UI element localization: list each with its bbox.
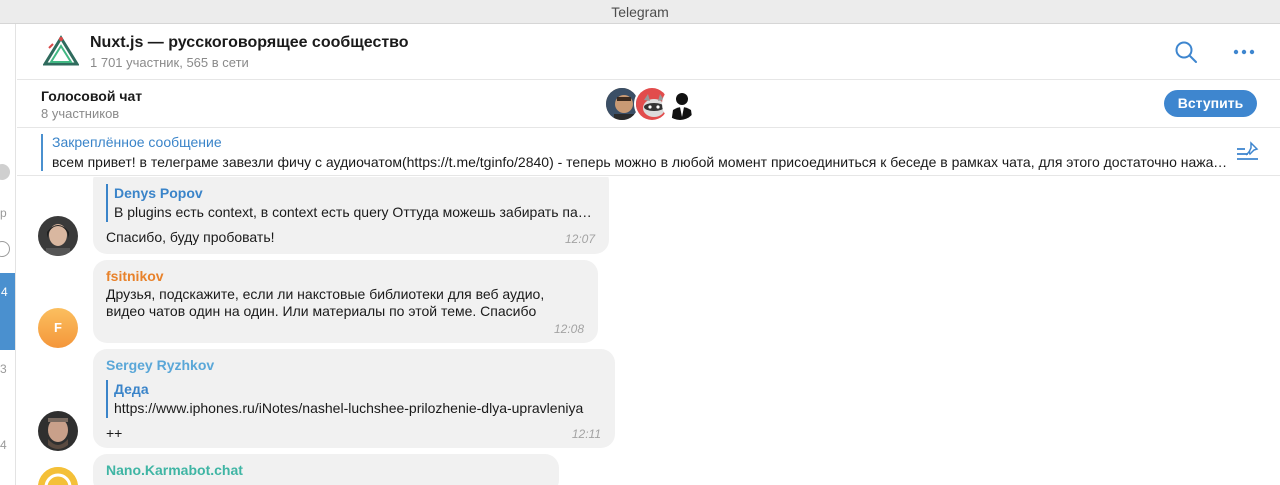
chat-list-avatar-fragment[interactable] <box>0 241 10 257</box>
join-voice-chat-button[interactable]: Вступить <box>1164 90 1257 117</box>
reply-author: Denys Popov <box>114 185 203 201</box>
pinned-text: всем привет! в телеграме завезли фичу с … <box>52 154 1232 170</box>
message-time: 12:07 <box>564 232 595 246</box>
avatar[interactable] <box>38 411 78 451</box>
message-bubble[interactable]: Denys Popov В plugins есть context, в co… <box>93 177 609 254</box>
chat-list-avatar-fragment[interactable] <box>0 164 10 180</box>
message-text: ++ <box>106 425 123 441</box>
search-icon[interactable] <box>1174 40 1198 64</box>
pinned-label: Закреплённое сообщение <box>52 134 222 150</box>
reply-preview[interactable]: Деда https://www.iphones.ru/iNotes/nashe… <box>106 380 602 418</box>
message-list[interactable]: Denys Popov В plugins есть context, в co… <box>17 177 1280 485</box>
message-text: Спасибо, буду пробовать! <box>106 229 275 245</box>
voice-chat-bar[interactable]: Голосовой чат 8 участников Вступить <box>17 80 1280 128</box>
reply-text: https://www.iphones.ru/iNotes/nashel-luc… <box>114 400 584 416</box>
pinned-indicator <box>41 134 43 171</box>
chat-subtitle: 1 701 участник, 565 в сети <box>90 55 249 70</box>
chat-list-fragment: 4 <box>0 438 7 452</box>
voice-participant-avatar <box>662 86 698 122</box>
chat-header: Nuxt.js — русскоговорящее сообщество 1 7… <box>17 24 1280 80</box>
message-time: 12:11 <box>571 427 601 441</box>
voice-chat-participants: 8 участников <box>41 106 120 121</box>
pinned-message-bar[interactable]: Закреплённое сообщение всем привет! в те… <box>17 128 1280 176</box>
window-title: Telegram <box>0 0 1280 24</box>
message-author[interactable]: Nano.Karmabot.chat <box>106 462 243 478</box>
avatar-initial: F <box>54 320 62 335</box>
more-icon[interactable] <box>1233 42 1255 62</box>
message-text-line: Друзья, подскажите, если ли накстовые би… <box>106 286 545 302</box>
avatar[interactable]: F <box>38 308 78 348</box>
voice-chat-title: Голосовой чат <box>41 88 143 104</box>
chat-list-fragment: 4 <box>1 285 8 299</box>
reply-text: В plugins есть context, в context есть q… <box>114 204 596 220</box>
message-time: 12:08 <box>553 322 584 336</box>
message-author[interactable]: fsitnikov <box>106 268 164 284</box>
chat-title[interactable]: Nuxt.js — русскоговорящее сообщество <box>90 34 409 52</box>
chat-list-fragment: 3 <box>0 362 7 376</box>
avatar[interactable] <box>38 467 78 485</box>
nuxt-logo-icon[interactable] <box>43 35 79 67</box>
chat-list-item-active[interactable]: 4 <box>0 273 15 350</box>
message-text-line: видео чатов один на один. Или материалы … <box>106 303 537 319</box>
chat-list-fragment: р <box>0 206 7 220</box>
message-bubble[interactable]: Nano.Karmabot.chat <box>93 454 559 485</box>
message-author[interactable]: Sergey Ryzhkov <box>106 357 214 373</box>
chat-list-edge: р 4 3 4 <box>0 24 16 485</box>
reply-author: Деда <box>114 381 149 397</box>
reply-preview[interactable]: Denys Popov В plugins есть context, в co… <box>106 184 596 222</box>
message-bubble[interactable]: Sergey Ryzhkov Деда https://www.iphones.… <box>93 349 615 448</box>
message-bubble[interactable]: fsitnikov Друзья, подскажите, если ли на… <box>93 260 598 343</box>
pinned-list-icon[interactable] <box>1236 141 1260 163</box>
avatar[interactable] <box>38 216 78 256</box>
